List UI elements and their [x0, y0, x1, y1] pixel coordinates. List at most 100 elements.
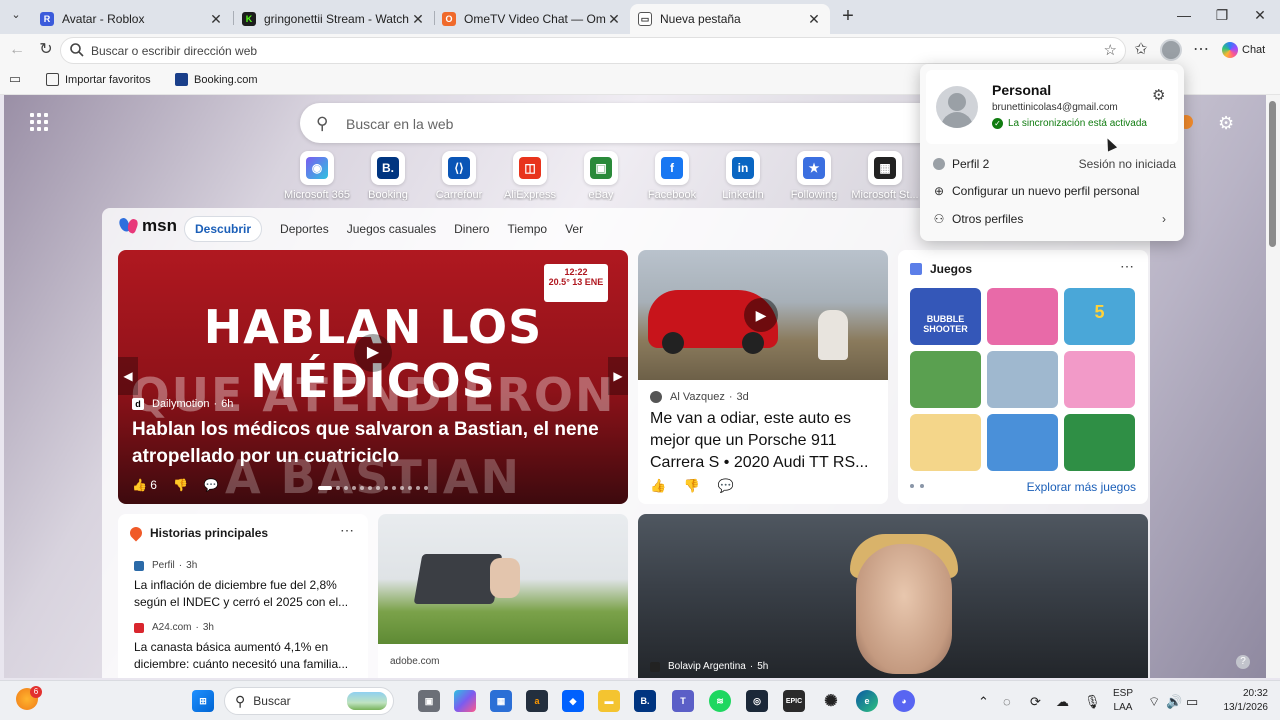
add-profile-item[interactable]: ⊕ Configurar un nuevo perfil personal [932, 184, 1176, 198]
close-tab-icon[interactable]: ✕ [606, 11, 622, 28]
story-card-audi[interactable]: ▶ Al Vazquez · 3d Me van a odiar, este a… [638, 250, 888, 504]
quick-link-linkedin[interactable]: in LinkedIn [708, 151, 778, 201]
quick-link-microsoft365[interactable]: ◉ Microsoft 365 [282, 151, 352, 201]
nav-tab-juegos-casuales[interactable]: Juegos casuales [347, 222, 436, 236]
story-card-bolavip[interactable]: Bolavip Argentina · 5h [638, 514, 1148, 678]
input-layout[interactable]: LAA [1108, 702, 1138, 713]
top-story-item[interactable]: Perfil · 3h La inflación de diciembre fue … [134, 560, 354, 611]
copilot-chat-button[interactable]: Chat [1222, 41, 1265, 59]
quick-link-ebay[interactable]: ▣ eBay [566, 151, 636, 201]
page-scrollbar[interactable] [1266, 95, 1280, 678]
dislike-icon[interactable]: 👎 [173, 478, 188, 492]
close-tab-icon[interactable]: ✕ [410, 11, 426, 28]
quick-link-carrefour[interactable]: ⟨⟩ Carrefour [424, 151, 494, 201]
more-options-icon[interactable]: ⋯ [1190, 40, 1212, 60]
game-tile-makeup[interactable] [987, 288, 1058, 345]
close-tab-icon[interactable]: ✕ [208, 11, 224, 28]
quick-link-aliexpress[interactable]: ◫ AliExpress [495, 151, 565, 201]
close-window-button[interactable]: ✕ [1250, 7, 1270, 27]
start-windows-icon[interactable]: ⊞ [192, 690, 214, 712]
favorites-icon[interactable]: ✩ [1130, 40, 1152, 60]
more-options-icon[interactable]: ⋯ [1120, 258, 1134, 275]
quick-link-following[interactable]: ★ Following [779, 151, 849, 201]
add-favorite-star-icon[interactable]: ☆ [1104, 41, 1117, 59]
nav-tab-descubrir[interactable]: Descubrir [184, 216, 263, 242]
wifi-icon[interactable]: ⌔ [1148, 694, 1160, 710]
new-tab-button[interactable]: + [838, 6, 858, 27]
edge-icon[interactable]: e [856, 690, 878, 712]
carousel-next-icon[interactable]: ▶ [608, 357, 628, 395]
top-story-item[interactable]: A24.com · 3h La canasta básica aumentó 4,1… [134, 622, 354, 673]
tray-app-icon[interactable]: ◌ [1003, 694, 1011, 709]
collections-icon[interactable]: ▭ [4, 69, 26, 89]
input-language[interactable]: ESP [1108, 688, 1138, 699]
microphone-icon[interactable]: 🎙 [1084, 694, 1101, 710]
import-favorites-link[interactable]: Importar favoritos [46, 73, 151, 86]
tab-ometv[interactable]: O OmeTV Video Chat — Omegle Ra ✕ [434, 4, 630, 34]
copilot-icon[interactable] [454, 690, 476, 712]
story-headline[interactable]: Me van a odiar, este auto es mejor que u… [650, 408, 880, 474]
chatgpt-icon[interactable]: ✺ [820, 690, 842, 712]
page-settings-gear-icon[interactable]: ⚙ [1218, 113, 1234, 134]
apps-launcher-icon[interactable] [30, 113, 48, 131]
quick-link-microsoft-store[interactable]: ▦ Microsoft St... [850, 151, 920, 201]
nav-tab-tiempo[interactable]: Tiempo [507, 222, 547, 236]
profile-2-item[interactable]: Perfil 2 Sesión no iniciada [932, 157, 1176, 171]
close-tab-icon[interactable]: ✕ [806, 11, 822, 28]
clock-time[interactable]: 20:32 [1212, 688, 1268, 699]
more-options-icon[interactable]: ⋯ [340, 522, 354, 539]
other-profiles-item[interactable]: ⚇ Otros perfiles › [932, 212, 1176, 226]
carousel-prev-icon[interactable]: ◀ [118, 357, 138, 395]
steam-icon[interactable]: ◎ [746, 690, 768, 712]
play-icon[interactable]: ▶ [354, 334, 392, 372]
scrollbar-thumb[interactable] [1269, 101, 1276, 247]
spotify-icon[interactable]: ≋ [709, 690, 731, 712]
taskbar-search-box[interactable]: ⚲ Buscar [224, 687, 394, 715]
help-icon[interactable]: ? [1236, 655, 1250, 669]
tray-sync-icon[interactable]: ⟳ [1030, 694, 1041, 710]
game-tile-shark[interactable]: 5 [1064, 288, 1135, 345]
nav-tab-ver[interactable]: Ver [565, 222, 583, 236]
profile-button[interactable] [1160, 39, 1182, 61]
like-icon[interactable]: 👍 6 [132, 478, 157, 492]
file-explorer-icon[interactable]: ▬ [598, 690, 620, 712]
epic-games-icon[interactable]: EPIC [783, 690, 805, 712]
maximize-button[interactable]: ❐ [1212, 7, 1232, 27]
explore-more-games-link[interactable]: Explorar más juegos [1027, 480, 1136, 494]
hero-headline[interactable]: Hablan los médicos que salvaron a Bastia… [132, 416, 612, 470]
onedrive-icon[interactable]: ☁ [1056, 694, 1069, 710]
minimize-button[interactable]: — [1174, 7, 1194, 27]
nav-tab-deportes[interactable]: Deportes [280, 222, 329, 236]
battery-icon[interactable]: ▭ [1186, 694, 1198, 710]
profile-settings-gear-icon[interactable]: ⚙ [1152, 86, 1165, 104]
back-button[interactable]: ← [6, 40, 28, 60]
nav-tab-dinero[interactable]: Dinero [454, 222, 489, 236]
quick-link-booking[interactable]: B. Booking [353, 151, 423, 201]
msn-logo[interactable]: msn [117, 216, 177, 236]
task-view-icon[interactable]: ▣ [418, 690, 440, 712]
quick-link-facebook[interactable]: f Facebook [637, 151, 707, 201]
tab-roblox[interactable]: R Avatar - Roblox ✕ [32, 4, 232, 34]
game-tile-blocky[interactable] [987, 414, 1058, 471]
tab-actions-menu[interactable]: ⌄ [6, 8, 26, 26]
amazon-icon[interactable]: a [526, 690, 548, 712]
game-tile-doll[interactable] [1064, 351, 1135, 408]
clock-date[interactable]: 13/1/2026 [1212, 702, 1269, 713]
booking-favorite-link[interactable]: Booking.com [175, 73, 258, 86]
tab-new-tab[interactable]: ▭ Nueva pestaña ✕ [630, 4, 830, 34]
dislike-icon[interactable]: 👎 [684, 478, 700, 493]
comment-icon[interactable]: 💬 [204, 478, 219, 492]
comment-icon[interactable]: 💬 [718, 478, 734, 493]
refresh-button[interactable]: ↻ [35, 40, 57, 60]
hero-story-card[interactable]: HABLAN LOS MÉDICOS QUE ATENDIERON A BAST… [118, 250, 628, 504]
like-icon[interactable]: 👍 [650, 478, 666, 493]
ad-card-adobe[interactable]: adobe.com [378, 514, 628, 678]
address-bar[interactable]: Buscar o escribir dirección web ☆ [60, 37, 1126, 64]
microsoft-store-icon[interactable]: ▦ [490, 690, 512, 712]
chevron-up-icon[interactable]: ⌃ [978, 694, 989, 710]
game-tile-mahjong[interactable] [1064, 414, 1135, 471]
game-tile-cartoon[interactable] [910, 351, 981, 408]
volume-icon[interactable]: 🔊 [1166, 694, 1182, 710]
dropbox-icon[interactable]: ◆ [562, 690, 584, 712]
game-tile-stickman[interactable] [987, 351, 1058, 408]
